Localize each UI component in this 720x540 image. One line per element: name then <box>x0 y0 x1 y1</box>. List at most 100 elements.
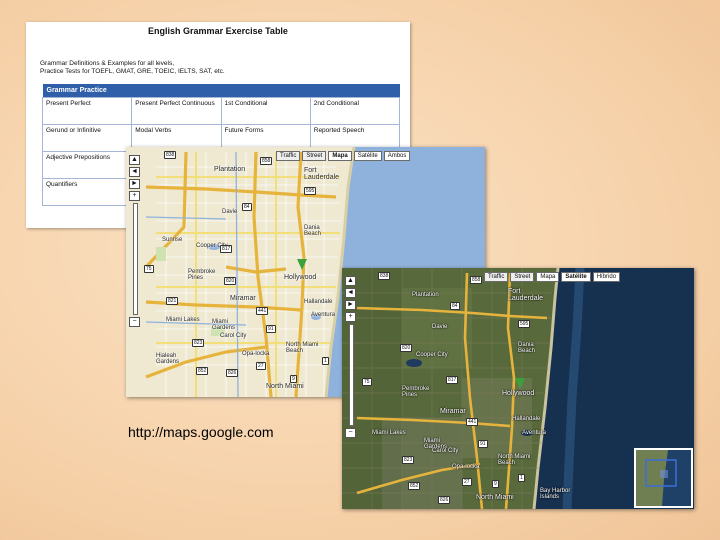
route-shield: 838 <box>378 272 391 280</box>
route-shield: 84 <box>450 302 460 310</box>
route-shield: 838 <box>164 151 177 159</box>
route-shield: 817 <box>446 376 459 384</box>
tab-traffic[interactable]: Traffic <box>276 151 301 161</box>
place-label: Davie <box>222 209 238 215</box>
zoom-out-button[interactable]: − <box>129 317 140 327</box>
place-label: Hallandale <box>512 416 541 422</box>
pan-up-button[interactable]: ▲ <box>345 276 356 286</box>
place-label: Hallandale <box>304 299 333 305</box>
route-shield: 9 <box>290 375 297 383</box>
route-shield: 826 <box>438 496 451 504</box>
location-marker-icon[interactable] <box>297 259 307 270</box>
place-label: North Miami Beach <box>286 342 319 354</box>
place-label: Dania Beach <box>518 342 536 354</box>
route-shield: 858 <box>470 276 483 284</box>
zoom-in-button[interactable]: + <box>129 191 140 201</box>
place-label: Bay Harbor Islands <box>540 488 571 500</box>
tab-map[interactable]: Mapa <box>536 272 560 282</box>
map-type-tabs: Traffic Street Mapa Satélite Ambos <box>276 151 411 161</box>
satellite-map-window[interactable]: Traffic Street Mapa Satélite Híbrido ▲ ◄… <box>342 268 694 509</box>
zoom-control: ▲ ◄ ► + − <box>129 155 140 329</box>
pan-up-button[interactable]: ▲ <box>129 155 140 165</box>
pan-right-button[interactable]: ► <box>129 179 140 189</box>
place-label: Miami Lakes <box>372 430 406 436</box>
zoom-slider[interactable] <box>133 203 138 315</box>
tab-hybrid[interactable]: Híbrido <box>592 272 621 282</box>
place-label: Hollywood <box>284 274 317 281</box>
place-label: North Miami <box>476 494 514 501</box>
place-label: Dania Beach <box>304 225 322 237</box>
place-label: Miramar <box>230 295 256 302</box>
intro-line: Practice Tests for TOEFL, GMAT, GRE, TOE… <box>40 68 225 75</box>
pan-left-button[interactable]: ◄ <box>345 288 356 298</box>
zoom-in-button[interactable]: + <box>345 312 356 322</box>
tab-traffic[interactable]: Traffic <box>484 272 509 282</box>
route-shield: 441 <box>256 307 269 315</box>
pan-right-button[interactable]: ► <box>345 300 356 310</box>
place-label: Sunrise <box>162 237 183 243</box>
place-label: Miami Gardens <box>212 319 236 331</box>
tab-both[interactable]: Ambos <box>383 151 411 161</box>
place-label: Hialeah Gardens <box>156 353 180 365</box>
route-shield: 9 <box>492 480 499 488</box>
table-cell-link[interactable]: 1st Conditional <box>220 97 311 125</box>
place-label: Davie <box>432 324 448 330</box>
tab-street[interactable]: Street <box>302 151 327 161</box>
zoom-slider[interactable] <box>349 324 354 426</box>
route-shield: 441 <box>466 418 479 426</box>
route-shield: 27 <box>256 362 266 370</box>
place-label: North Miami <box>266 383 304 390</box>
place-label: Aventura <box>311 312 335 318</box>
place-label: Miramar <box>440 408 466 415</box>
table-cell-link[interactable]: Gerund or Infinitive <box>41 124 133 152</box>
place-label: Carol City <box>220 333 247 339</box>
route-shield: 75 <box>362 378 372 386</box>
route-shield: 1 <box>518 474 525 482</box>
tab-satellite[interactable]: Satélite <box>561 272 591 282</box>
route-shield: 75 <box>144 265 154 273</box>
table-cell-link[interactable]: Present Perfect <box>41 97 133 125</box>
place-label: North Miami Beach <box>498 454 531 466</box>
table-cell-link[interactable]: Quantifiers <box>41 178 133 206</box>
route-shield: 595 <box>518 320 531 328</box>
place-label: Fort Lauderdale <box>304 167 340 181</box>
place-label: Hollywood <box>502 390 535 397</box>
route-shield: 823 <box>402 456 415 464</box>
source-url: http://maps.google.com <box>128 424 274 440</box>
route-shield: 821 <box>166 297 179 305</box>
route-shield: 820 <box>224 277 237 285</box>
overview-map[interactable] <box>634 448 693 508</box>
place-label: Plantation <box>214 166 246 173</box>
location-marker-icon[interactable] <box>515 378 525 389</box>
tab-street[interactable]: Street <box>510 272 535 282</box>
place-label: Miami Lakes <box>166 317 200 323</box>
table-row: Present Perfect Present Perfect Continuo… <box>41 97 401 125</box>
pan-left-button[interactable]: ◄ <box>129 167 140 177</box>
table-header: Grammar Practice <box>42 84 400 98</box>
route-shield: 858 <box>260 157 273 165</box>
place-label: Carol City <box>432 448 459 454</box>
table-cell-link[interactable]: Adjective Prepositions <box>41 151 133 179</box>
tab-satellite[interactable]: Satélite <box>353 151 382 161</box>
place-label: Opa-locka <box>452 464 480 470</box>
route-shield: 91 <box>478 440 488 448</box>
route-shield: 91 <box>266 325 276 333</box>
route-shield: 852 <box>408 482 421 490</box>
place-label: Opa-locka <box>242 351 270 357</box>
route-shield: 595 <box>304 187 317 195</box>
page-title: English Grammar Exercise Table <box>148 26 288 36</box>
route-shield: 84 <box>242 203 252 211</box>
zoom-out-button[interactable]: − <box>345 428 356 438</box>
route-shield: 1 <box>322 357 329 365</box>
map-type-tabs: Traffic Street Mapa Satélite Híbrido <box>484 272 621 282</box>
table-cell-link[interactable]: 2nd Conditional <box>309 97 401 125</box>
place-label: Fort Lauderdale <box>508 288 544 302</box>
place-label: Cooper City <box>416 352 448 358</box>
route-shield: 820 <box>400 344 413 352</box>
tab-map[interactable]: Mapa <box>328 151 352 161</box>
table-cell-link[interactable]: Present Perfect Continuous <box>131 97 222 125</box>
route-shield: 823 <box>192 339 205 347</box>
place-label: Pembroke Pines <box>402 386 430 398</box>
place-label: Plantation <box>412 292 439 298</box>
route-shield: 852 <box>196 367 209 375</box>
